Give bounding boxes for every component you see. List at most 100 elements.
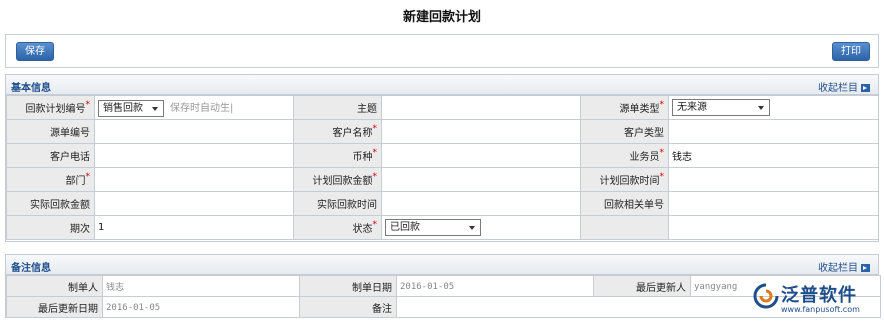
logo-url: www.fanpusoft.com [781,305,860,314]
table-row: 源单编号 客户名称* 客户类型 [6,119,879,144]
collapse-basic-label: 收起栏目 [818,83,858,94]
field-input[interactable] [668,167,879,192]
print-button[interactable]: 打印 [832,42,870,61]
basic-info-header: 基本信息 收起栏目 [6,75,878,95]
field-label: 币种* [293,143,382,168]
creator-value: 钱志 [106,282,125,293]
create-date-field[interactable]: 2016-01-05 [396,275,594,297]
notes-section: 备注信息 收起栏目 制单人 钱志 制单日期 2016-01-05 最后更新人 y… [5,254,881,318]
field-input[interactable] [381,167,581,192]
field-input[interactable] [381,119,581,144]
logo-text: 泛普软件 [781,285,857,306]
logo-swirl-icon [753,283,779,309]
field-label-text: 实际回款时间 [317,200,377,211]
dropdown-select[interactable]: 无来源 [672,99,770,116]
field-label-text: 客户名称 [332,128,373,139]
field-input[interactable] [94,143,294,168]
field-label-text: 实际回款金额 [30,200,90,211]
dropdown-value: 无来源 [677,102,707,113]
auto-number-hint: 保存时自动生| [170,102,234,114]
field-label: 计划回款时间* [580,167,669,192]
field-label-text: 客户类型 [624,128,664,139]
field-label: 源单类型* [580,95,669,120]
field-input[interactable] [94,191,294,216]
toolbar: 保存 打印 [5,34,879,68]
field-input[interactable] [381,95,581,120]
chevron-down-icon [152,106,158,111]
required-marker: * [659,148,665,158]
last-updater-value: yangyang [694,281,738,292]
field-input[interactable]: 1 [94,215,294,240]
field-label: 主题 [293,95,382,120]
field-input[interactable] [94,167,294,192]
field-label-text: 源单类型 [619,104,660,115]
field-label: 客户电话 [6,143,95,168]
required-marker: * [372,172,378,182]
field-value: 钱志 [672,152,692,163]
field-input[interactable]: 钱志 [668,143,879,168]
field-label: 客户名称* [293,119,382,144]
table-row: 最后更新日期 2016-01-05 备注 [6,296,881,318]
table-row: 回款计划编号* 销售回款 保存时自动生| 主题 源单类型* 无来源 [6,95,879,120]
field-input[interactable] [94,119,294,144]
field-label: 状态* [293,215,382,240]
field-label-text: 客户电话 [50,152,90,163]
creator-field[interactable]: 钱志 [102,275,300,297]
field-label: 期次 [6,215,95,240]
field-input[interactable] [668,191,879,216]
field-label: 回款计划编号* [6,95,95,120]
save-button[interactable]: 保存 [16,42,54,61]
required-marker: * [659,172,665,182]
field-select-cell[interactable]: 销售回款 保存时自动生| [94,95,294,120]
field-label-text: 回款相关单号 [604,200,664,211]
required-marker: * [659,100,665,110]
create-date-value: 2016-01-05 [400,281,455,292]
field-label-text: 期次 [70,224,90,235]
collapse-icon [861,84,870,92]
page-title: 新建回款计划 [402,10,481,25]
dropdown-select[interactable]: 已回款 [385,219,481,236]
basic-info-table: 回款计划编号* 销售回款 保存时自动生| 主题 源单类型* 无来源 源单编号 客户名称* 客户类… [6,95,879,240]
field-label [580,215,669,240]
field-label: 回款相关单号 [580,191,669,216]
field-label: 部门* [6,167,95,192]
field-label-text: 状态 [352,224,373,235]
field-label-text: 主题 [357,104,377,115]
last-updater-label: 最后更新人 [593,275,691,297]
field-input[interactable] [381,191,581,216]
notes-table: 制单人 钱志 制单日期 2016-01-05 最后更新人 yangyang 最后… [6,275,881,318]
field-label: 源单编号 [6,119,95,144]
field-label: 实际回款时间 [293,191,382,216]
field-input[interactable] [668,119,879,144]
collapse-notes-button[interactable]: 收起栏目 [818,259,870,274]
table-row: 实际回款金额 实际回款时间 回款相关单号 [6,191,879,216]
last-update-date-field[interactable]: 2016-01-05 [102,296,300,318]
brand-logo: 泛普软件 www.fanpusoft.com [753,281,881,321]
field-select-cell[interactable]: 已回款 [381,215,581,240]
field-label-text: 部门 [65,176,86,187]
collapse-notes-label: 收起栏目 [818,263,858,274]
field-label-text: 源单编号 [50,128,90,139]
field-input[interactable] [381,143,581,168]
collapse-basic-button[interactable]: 收起栏目 [818,79,870,94]
field-label-text: 币种 [352,152,373,163]
create-date-label: 制单日期 [299,275,397,297]
required-marker: * [372,148,378,158]
dropdown-select[interactable]: 销售回款 [98,99,164,117]
table-row: 制单人 钱志 制单日期 2016-01-05 最后更新人 yangyang [6,275,881,297]
notes-title: 备注信息 [11,263,51,274]
field-input[interactable] [668,215,879,240]
remark-label: 备注 [299,296,397,318]
field-label: 业务员* [580,143,669,168]
basic-info-title: 基本信息 [11,83,51,94]
field-label-text: 业务员 [629,152,660,163]
chevron-down-icon [469,226,475,230]
table-row: 部门* 计划回款金额* 计划回款时间* [6,167,879,192]
field-select-cell[interactable]: 无来源 [668,95,879,120]
required-marker: * [372,124,378,134]
field-label-text: 计划回款金额 [312,176,373,187]
table-row: 客户电话 币种* 业务员* 钱志 [6,143,879,168]
required-marker: * [85,172,91,182]
last-update-date-value: 2016-01-05 [106,302,161,313]
notes-header: 备注信息 收起栏目 [6,255,878,275]
